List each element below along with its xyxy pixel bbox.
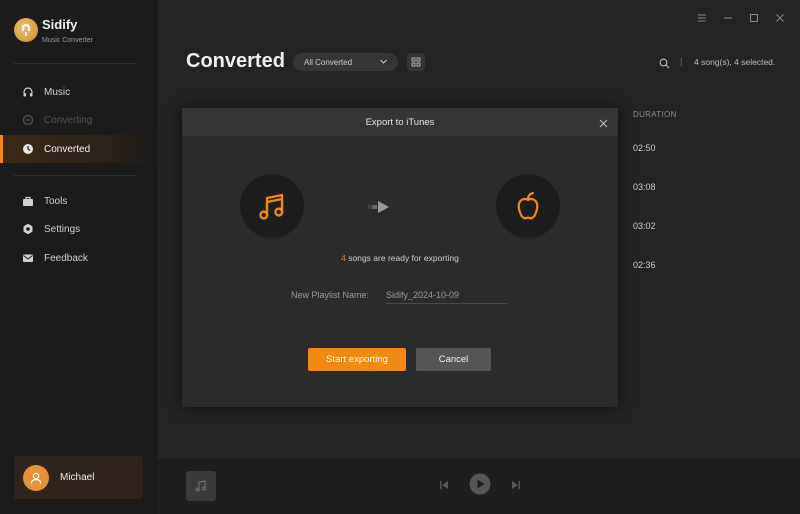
play-button[interactable] — [469, 473, 491, 500]
duration-cell: 02:36 — [633, 260, 656, 270]
mail-icon — [22, 252, 34, 264]
sidebar-item-converted[interactable]: Converted — [0, 135, 157, 163]
grid-icon — [411, 57, 421, 67]
previous-icon[interactable] — [438, 478, 450, 496]
sidebar-item-label: Converted — [44, 143, 91, 155]
next-icon[interactable] — [510, 478, 522, 496]
sidebar-item-label: Settings — [44, 223, 81, 235]
menu-icon[interactable] — [696, 12, 708, 24]
music-note-icon — [259, 193, 284, 220]
ready-message: 4 songs are ready for exporting — [182, 253, 618, 263]
sidebar-divider — [14, 63, 136, 64]
player-bar — [157, 457, 800, 514]
separator: | — [680, 56, 683, 66]
apple-icon — [517, 191, 539, 220]
track-thumbnail — [186, 471, 216, 501]
sidebar-item-settings[interactable]: Settings — [0, 215, 157, 243]
toolbox-icon — [22, 195, 34, 207]
avatar — [23, 464, 49, 491]
minimize-icon[interactable] — [722, 12, 734, 24]
start-exporting-button[interactable]: Start exporting — [308, 348, 406, 371]
sidebar-item-label: Feedback — [44, 252, 88, 264]
page-title: Converted — [186, 50, 285, 72]
sidebar-item-label: Music — [44, 86, 71, 98]
duration-cell: 03:02 — [633, 221, 656, 231]
song-count: 4 song(s), 4 selected. — [694, 57, 776, 67]
export-itunes-dialog: Export to iTunes 4 songs are ready for e… — [182, 108, 618, 407]
music-source-badge — [240, 174, 304, 238]
music-note-icon — [195, 480, 206, 492]
headphones-icon — [22, 86, 34, 98]
filter-value: All Converted — [304, 57, 353, 67]
ready-text: songs are ready for exporting — [345, 253, 459, 263]
clock-icon — [22, 143, 34, 155]
arrow-right-icon — [368, 200, 390, 219]
duration-column-header: DURATION — [633, 110, 677, 119]
duration-cell: 02:50 — [633, 143, 656, 153]
duration-cell: 03:08 — [633, 182, 656, 192]
sidebar-item-converting[interactable]: Converting — [0, 106, 157, 134]
user-profile[interactable]: Michael — [14, 456, 143, 499]
app-logo-icon — [14, 18, 38, 42]
sidebar-item-label: Converting — [44, 114, 93, 126]
sidebar-divider — [14, 175, 136, 176]
app-name: Sidify — [42, 17, 78, 32]
close-icon[interactable] — [774, 12, 786, 24]
search-icon[interactable] — [659, 56, 671, 69]
playlist-name-input[interactable] — [386, 286, 507, 304]
grid-view-button[interactable] — [407, 53, 425, 71]
gear-icon — [22, 223, 34, 235]
user-name: Michael — [60, 472, 95, 483]
dialog-title: Export to iTunes — [365, 117, 435, 128]
sidebar-item-tools[interactable]: Tools — [0, 187, 157, 215]
cancel-button[interactable]: Cancel — [416, 348, 491, 371]
filter-dropdown[interactable]: All Converted — [293, 53, 398, 71]
converting-icon — [22, 114, 34, 126]
sidebar-item-feedback[interactable]: Feedback — [0, 244, 157, 272]
playlist-name-label: New Playlist Name: — [291, 290, 370, 300]
maximize-icon[interactable] — [748, 12, 760, 24]
user-icon — [30, 472, 42, 484]
itunes-target-badge — [496, 174, 560, 238]
window-controls — [696, 12, 786, 24]
sidebar-item-music[interactable]: Music — [0, 78, 157, 106]
sidebar: Sidify Music Converter Music Converting … — [0, 0, 157, 514]
app-subtitle: Music Converter — [42, 37, 93, 44]
dialog-close-icon[interactable] — [598, 116, 609, 128]
chevron-down-icon — [379, 57, 388, 68]
sidebar-item-label: Tools — [44, 195, 68, 207]
